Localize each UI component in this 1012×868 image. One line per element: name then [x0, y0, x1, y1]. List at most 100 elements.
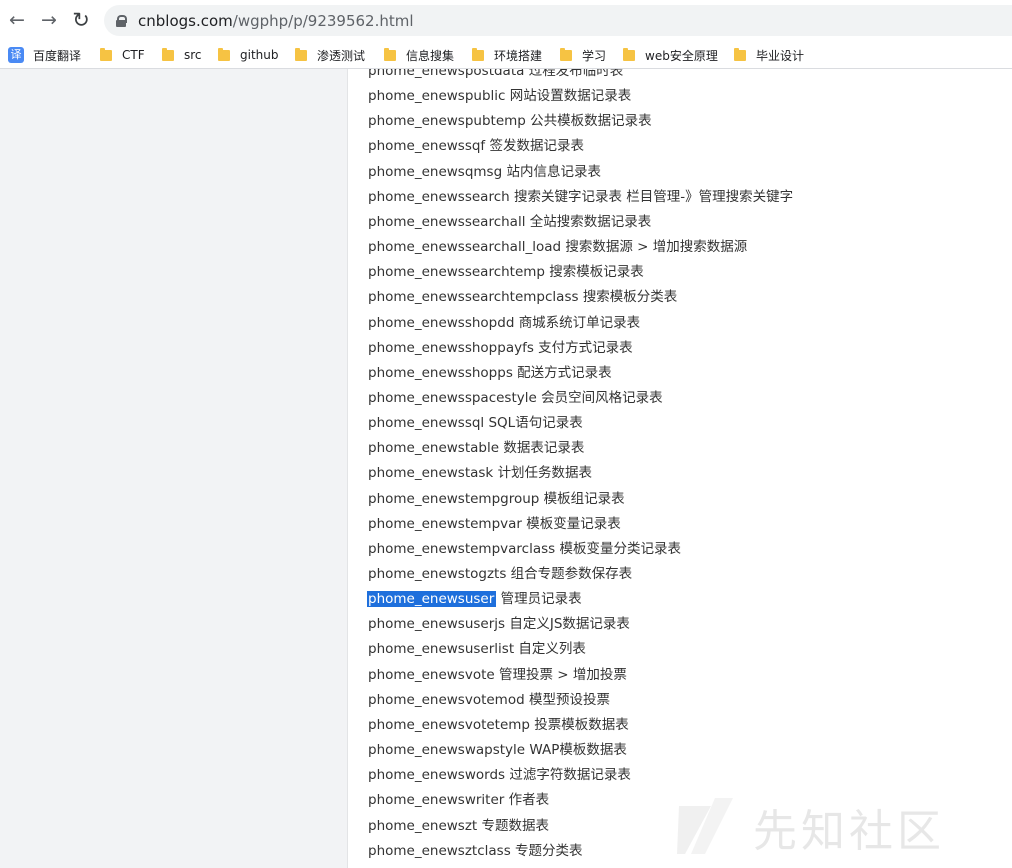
table-description: 搜索模板记录表: [549, 264, 644, 281]
table-row: phome_enewsztclass 专题分类表: [368, 840, 583, 862]
lock-icon[interactable]: [116, 14, 127, 27]
table-name: phome_enewssqf: [368, 138, 486, 155]
bookmark-item[interactable]: web安全原理: [623, 45, 718, 65]
table-row: phome_enewsuser 管理员记录表: [367, 588, 582, 610]
table-name: phome_enewssql: [368, 415, 485, 432]
reload-icon[interactable]: ↻: [68, 6, 94, 34]
table-description: 全站搜索数据记录表: [529, 213, 652, 230]
folder-icon: [162, 47, 174, 61]
table-description: 管理员记录表: [500, 591, 582, 608]
table-description: 专题分类表: [515, 842, 583, 859]
table-row: phome_enewsvote 管理投票 > 增加投票: [368, 664, 627, 686]
table-name: phome_enewspubtemp: [368, 113, 526, 130]
table-description: 支付方式记录表: [538, 339, 633, 356]
bookmark-label: github: [240, 48, 279, 62]
bookmarks-bar: 译百度翻译 CTF src github 渗透测试 信息搜集 环境搭建 学习 web安全原理 毕业…: [0, 41, 1012, 69]
table-row: phome_enewswords 过滤字符数据记录表: [368, 764, 631, 786]
table-name: phome_enewstogzts: [368, 566, 507, 582]
table-description: 站内信息记录表: [506, 163, 601, 180]
folder-icon: [472, 47, 484, 61]
bookmark-label: 环境搭建: [494, 48, 543, 63]
table-description: 过滤字符数据记录表: [509, 767, 631, 784]
table-row: phome_enewstempvarclass 模板变量分类记录表: [368, 538, 681, 560]
folder-icon: [623, 47, 635, 61]
table-name: phome_enewstempvarclass: [368, 540, 556, 557]
table-row: phome_enewstempgroup 模板组记录表: [368, 488, 625, 510]
table-name: phome_enewssearchtempclass: [368, 289, 579, 306]
bookmark-label: 百度翻译: [33, 48, 82, 63]
table-description: 管理投票 > 增加投票: [498, 666, 627, 683]
table-row: phome_enewstable 数据表记录表: [368, 437, 584, 459]
folder-icon: [560, 47, 572, 61]
address-bar[interactable]: cnblogs.com/wgphp/p/9239562.html: [104, 5, 1012, 36]
url-host: cnblogs.com: [138, 11, 233, 30]
folder-icon: [295, 47, 307, 61]
table-description: 模板组记录表: [543, 490, 625, 507]
article-content: phome_enewspostdata 过程发布临时表 phome_enewspu…: [348, 69, 1012, 868]
table-description: 数据表记录表: [503, 440, 585, 457]
back-arrow-icon[interactable]: ←: [4, 6, 30, 34]
table-name: phome_enewsztclass: [368, 842, 511, 859]
table-row: phome_enewstask 计划任务数据表: [368, 462, 592, 484]
bookmark-item[interactable]: github: [218, 45, 278, 65]
table-row: phome_enewssql SQL语句记录表: [368, 412, 583, 434]
table-description: 商城系统订单记录表: [518, 314, 641, 331]
table-description: 搜索关键字记录表 栏目管理-》管理搜索关键字: [513, 188, 794, 205]
table-row: phome_enewssearchall 全站搜索数据记录表: [368, 211, 651, 233]
table-description: 过程发布临时表: [528, 69, 624, 79]
table-name: phome_enewspostdata: [368, 69, 525, 79]
bookmark-item[interactable]: 渗透测试: [295, 45, 365, 65]
table-name: phome_enewswords: [368, 767, 506, 784]
url-text[interactable]: cnblogs.com/wgphp/p/9239562.html: [138, 12, 414, 30]
table-description: 投票模板数据表: [534, 716, 629, 733]
bookmark-item[interactable]: CTF: [100, 45, 145, 65]
table-row: phome_enewstogzts 组合专题参数保存表: [368, 563, 632, 585]
table-row: phome_enewsqmsg 站内信息记录表: [368, 161, 601, 183]
table-name: phome_enewswapstyle: [368, 742, 526, 759]
bookmark-label: 渗透测试: [317, 48, 366, 63]
table-row: phome_enewsvotemod 模型预设投票: [368, 689, 610, 711]
bookmark-item[interactable]: 学习: [560, 45, 606, 65]
table-description: 会员空间风格记录表: [541, 389, 663, 406]
table-name: phome_enewsshopps: [368, 364, 513, 381]
bookmark-item[interactable]: 信息搜集: [384, 45, 454, 65]
table-name: phome_enewsshoppayfs: [368, 339, 534, 356]
table-description: 配送方式记录表: [517, 364, 612, 381]
table-description: SQL语句记录表: [488, 415, 583, 432]
folder-icon: [100, 47, 112, 61]
left-sidebar: [0, 69, 348, 868]
bookmark-item[interactable]: 译百度翻译: [8, 45, 81, 65]
table-name: phome_enewspublic: [368, 88, 506, 105]
table-row: phome_enewsshopdd 商城系统订单记录表: [368, 312, 640, 334]
table-name: phome_enewsshopdd: [368, 314, 515, 331]
table-description: 网站设置数据记录表: [509, 88, 632, 105]
table-description: 签发数据记录表: [489, 138, 585, 155]
table-name: phome_enewsvotemod: [368, 691, 525, 708]
table-name: phome_enewstask: [368, 465, 494, 482]
bookmark-label: 毕业设计: [756, 48, 805, 63]
table-row: phome_enewsshoppayfs 支付方式记录表: [368, 337, 633, 359]
table-description: 组合专题参数保存表: [510, 566, 633, 582]
table-name: phome_enewszt: [368, 817, 478, 834]
folder-icon: [384, 47, 396, 61]
table-description: 模板变量分类记录表: [559, 540, 681, 557]
table-description: WAP模板数据表: [529, 742, 627, 759]
table-name: phome_enewssearch: [368, 188, 510, 205]
bookmark-label: web安全原理: [645, 48, 718, 63]
table-description: 搜索模板分类表: [582, 289, 678, 306]
bookmark-label: src: [184, 48, 202, 62]
table-description: 自定义列表: [518, 641, 586, 658]
bookmark-label: CTF: [122, 48, 145, 62]
forward-arrow-icon[interactable]: →: [36, 6, 62, 34]
table-name: phome_enewsvotetemp: [368, 716, 530, 733]
bookmark-item[interactable]: 环境搭建: [472, 45, 542, 65]
bookmark-item[interactable]: src: [162, 45, 202, 65]
table-row: phome_enewsspacestyle 会员空间风格记录表: [368, 387, 663, 409]
table-name: phome_enewsqmsg: [368, 163, 503, 180]
table-row: phome_enewssearchtemp 搜索模板记录表: [368, 261, 644, 283]
folder-icon: [734, 47, 746, 61]
table-row: phome_enewstempvar 模板变量记录表: [368, 513, 621, 535]
table-description: 搜索数据源 > 增加搜索数据源: [565, 239, 748, 256]
bookmark-item[interactable]: 毕业设计: [734, 45, 804, 65]
table-name: phome_enewstempgroup: [368, 490, 540, 507]
